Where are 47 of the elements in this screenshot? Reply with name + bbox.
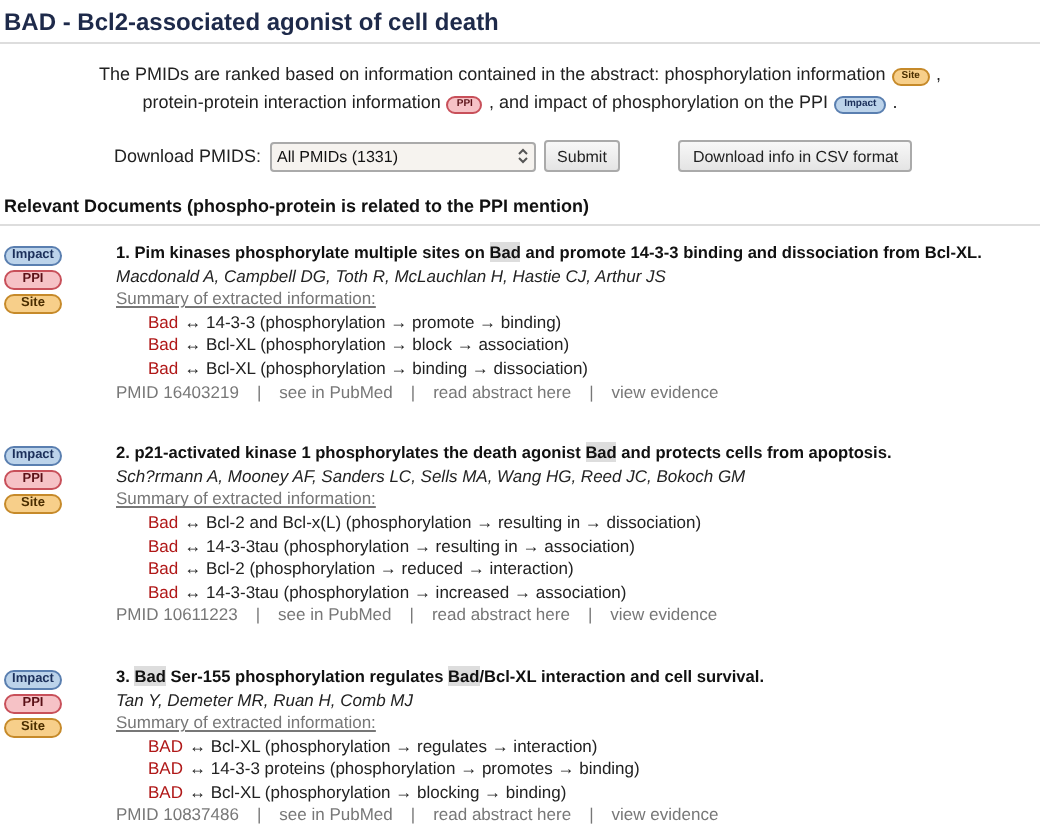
interaction-line: Bad ↔ Bcl-XL (phosphorylation → block → association) [146,334,572,358]
separator: | [256,804,262,829]
document-link[interactable]: read abstract here [433,804,572,829]
submit-button[interactable]: Submit [543,140,621,172]
document-link[interactable]: see in PubMed [278,604,392,628]
pmid-text: PMID 16403219 [116,381,239,405]
authors-text: Sch?rmann A, Mooney AF, Sanders LC, Sells MA, Wang HG, Reed JC, Bokoch GM [116,465,748,489]
authors-text: Tan Y, Demeter MR, Ruan H, Comb MJ [116,689,415,713]
summary-link[interactable]: Summary of extracted information: [116,288,376,312]
section-heading: Relevant Documents (phospho-protein is related to the PPI mention) [4,196,592,218]
document-link[interactable]: view evidence [611,381,719,405]
dropdown-arrows-icon [517,148,528,164]
page-title: BAD - Bcl2-associated agonist of cell death [4,8,501,36]
document-link[interactable]: view evidence [610,604,718,628]
document-title: 1. Pim kinases phosphorylate multiple sites on Bad and promote 14-3-3 binding and dissociation from Bcl-XL. [116,242,984,266]
pmid-text: PMID 10837486 [116,804,239,829]
pmid-text: PMID 10611223 [116,604,238,628]
separator: | [589,804,594,829]
summary-link[interactable]: Summary of extracted information: [116,712,376,736]
document-link[interactable]: read abstract here [433,381,572,405]
interaction-line: Bad ↔ 14-3-3 (phosphorylation → promote → binding) [146,311,564,335]
document-link[interactable]: see in PubMed [279,804,393,829]
interaction-line: Bad ↔ 14-3-3tau (phosphorylation → increased → association) [146,581,629,605]
download-label: Download PMIDS: [114,146,262,166]
interaction-line: BAD ↔ 14-3-3 proteins (phosphorylation → promotes → binding) [146,758,642,782]
separator: | [410,804,416,829]
interaction-line: Bad ↔ Bcl-2 and Bcl-x(L) (phosphorylation → resulting in → dissociation) [146,511,704,536]
csv-download-button[interactable]: Download info in CSV format [678,140,913,172]
interaction-line: BAD ↔ Bcl-XL (phosphorylation → regulates → interaction) [146,735,600,759]
separator: | [409,604,414,628]
separator: | [256,381,262,405]
separator: | [255,604,261,628]
separator: | [410,381,416,405]
document-link[interactable]: read abstract here [431,604,570,628]
separator: | [589,381,594,405]
document-title: 2. p21-activated kinase 1 phosphorylates the death agonist Bad and protects cells from apoptosis. [116,442,894,466]
document-link[interactable]: view evidence [611,804,719,829]
authors-text: Macdonald A, Campbell DG, Toth R, McLauchlan H, Hastie CJ, Arthur JS [116,265,668,289]
separator: | [587,604,593,628]
document-link[interactable]: see in PubMed [279,381,393,405]
interaction-line: Bad ↔ Bcl-XL (phosphorylation → binding → dissociation) [146,357,591,382]
pmid-select[interactable]: All PMIDs (1331) [269,141,536,171]
interaction-line: Bad ↔ 14-3-3tau (phosphorylation → resulting in → association) [146,535,637,559]
interaction-line: BAD ↔ Bcl-XL (phosphorylation → blocking → binding) [146,781,569,805]
summary-link[interactable]: Summary of extracted information: [116,488,376,512]
document-title: 3. Bad Ser-155 phosphorylation regulates Bad/Bcl-XL interaction and cell survival. [116,665,767,689]
interaction-line: Bad ↔ Bcl-2 (phosphorylation → reduced → interaction) [146,558,576,582]
